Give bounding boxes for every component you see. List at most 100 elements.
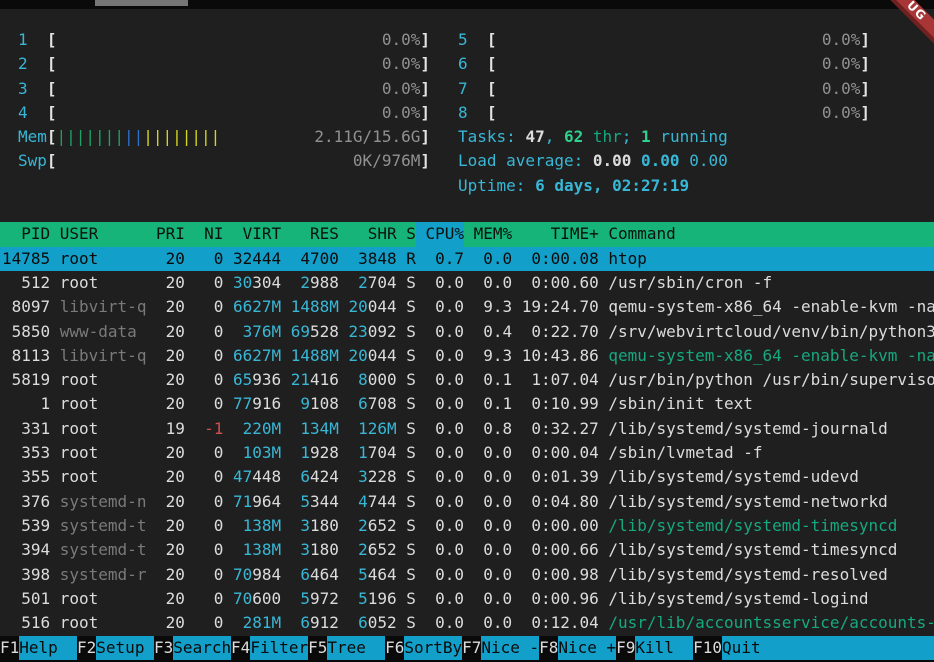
fnkey-f6[interactable]: F6SortBy <box>385 636 462 660</box>
fnkey-f5[interactable]: F5Tree <box>308 636 385 660</box>
fnkey-f3[interactable]: F3Search <box>154 636 231 660</box>
cell-cpu: 0.0 <box>416 514 464 538</box>
fnkey-f9[interactable]: F9Kill <box>616 636 693 660</box>
bracket-close: ] <box>860 101 870 125</box>
cell-command: /lib/systemd/systemd-journald <box>599 417 934 441</box>
cell-res: 5344 <box>281 490 339 514</box>
cell-mem: 0.0 <box>464 465 512 489</box>
cell-time: 0:01.39 <box>512 465 599 489</box>
window-tab[interactable] <box>95 0 188 6</box>
cell-res: 69528 <box>281 320 339 344</box>
column-header-ni[interactable]: NI <box>185 222 224 246</box>
process-row-1[interactable]: 1root2007791691086708S0.00.10:10.99/sbin… <box>0 392 934 416</box>
cell-cpu: 0.0 <box>416 271 464 295</box>
fnkey-f6-label: SortBy <box>404 636 462 660</box>
cell-pri: 20 <box>146 587 185 611</box>
column-header-s[interactable]: S <box>397 222 416 246</box>
process-row-8113[interactable]: 8113libvirt-q2006627M1488M20044S0.09.310… <box>0 344 934 368</box>
cpu-3-meter: 3[0.0%] <box>18 77 430 101</box>
cell-ni: 0 <box>185 490 224 514</box>
column-header-user[interactable]: USER <box>50 222 146 246</box>
column-header-res[interactable]: RES <box>281 222 339 246</box>
fnkey-f7[interactable]: F7Nice - <box>462 636 539 660</box>
cell-time: 0:10.99 <box>512 392 599 416</box>
cell-s: S <box>397 295 416 319</box>
cell-user: root <box>50 587 146 611</box>
fnkey-f4[interactable]: F4Filter <box>231 636 308 660</box>
process-row-501[interactable]: 501root2007060059725196S0.00.00:00.96/li… <box>0 587 934 611</box>
fnkey-f10[interactable]: F10Quit <box>693 636 934 660</box>
cell-s: S <box>397 563 416 587</box>
cell-pid: 398 <box>2 563 50 587</box>
cell-command: /sbin/init text <box>599 392 934 416</box>
cell-ni: 0 <box>185 611 224 635</box>
column-header-time[interactable]: TIME+ <box>512 222 599 246</box>
debug-ribbon: UG <box>867 0 934 61</box>
cell-mem: 0.0 <box>464 247 512 271</box>
process-row-539[interactable]: 539systemd-t200138M31802652S0.00.00:00.0… <box>0 514 934 538</box>
cell-mem: 0.8 <box>464 417 512 441</box>
cell-command: qemu-system-x86_64 -enable-kvm -na <box>599 295 934 319</box>
cell-res: 1488M <box>281 295 339 319</box>
fnkey-f2[interactable]: F2Setup <box>77 636 154 660</box>
bracket-open: [ <box>47 101 57 125</box>
process-row-376[interactable]: 376systemd-n2007196453444744S0.00.00:04.… <box>0 490 934 514</box>
process-row-8097[interactable]: 8097libvirt-q2006627M1488M20044S0.09.319… <box>0 295 934 319</box>
cell-pid: 8113 <box>2 344 50 368</box>
fnkey-f7-label: Nice - <box>481 636 539 660</box>
cell-pid: 1 <box>2 392 50 416</box>
fnkey-f1[interactable]: F1Help <box>0 636 77 660</box>
cell-pid: 512 <box>2 271 50 295</box>
cell-pri: 20 <box>146 441 185 465</box>
column-header-virt[interactable]: VIRT <box>223 222 281 246</box>
fnkey-f4-label: Filter <box>250 636 308 660</box>
cell-s: S <box>397 465 416 489</box>
cell-mem: 0.0 <box>464 271 512 295</box>
process-row-516[interactable]: 516root200281M69126052S0.00.00:12.04/usr… <box>0 611 934 635</box>
fnkey-f1-label: Help <box>19 636 77 660</box>
column-header-pri[interactable]: PRI <box>146 222 185 246</box>
process-row-394[interactable]: 394systemd-t200138M31802652S0.00.00:00.6… <box>0 538 934 562</box>
cell-ni: 0 <box>185 368 224 392</box>
process-row-353[interactable]: 353root200103M19281704S0.00.00:00.04/sbi… <box>0 441 934 465</box>
process-row-331[interactable]: 331root19-1220M134M126MS0.00.80:32.27/li… <box>0 417 934 441</box>
cell-pri: 20 <box>146 465 185 489</box>
cell-ni: 0 <box>185 514 224 538</box>
fnkey-f8[interactable]: F8Nice + <box>539 636 616 660</box>
cell-mem: 0.1 <box>464 368 512 392</box>
column-header-command[interactable]: Command <box>599 222 934 246</box>
column-header-shr[interactable]: SHR <box>339 222 397 246</box>
process-row-398[interactable]: 398systemd-r2007098464645464S0.00.00:00.… <box>0 563 934 587</box>
cell-user: root <box>50 368 146 392</box>
cell-pid: 353 <box>2 441 50 465</box>
cell-shr: 8000 <box>339 368 397 392</box>
swap-meter: Swp[0K/976M] <box>18 149 430 173</box>
cell-virt: 220M <box>223 417 281 441</box>
cell-res: 3180 <box>281 538 339 562</box>
cell-cpu: 0.0 <box>416 441 464 465</box>
fnkey-f3-key: F3 <box>154 636 173 660</box>
cell-pri: 20 <box>146 563 185 587</box>
column-header-mem[interactable]: MEM% <box>464 222 512 246</box>
process-row-5819[interactable]: 5819root20065936214168000S0.00.11:07.04/… <box>0 368 934 392</box>
swap-meter-label: Swp <box>18 149 47 173</box>
process-row-355[interactable]: 355root2004744864243228S0.00.00:01.39/li… <box>0 465 934 489</box>
column-header-pid[interactable]: PID <box>2 222 50 246</box>
bracket-close: ] <box>420 52 430 76</box>
cell-time: 0:00.08 <box>512 247 599 271</box>
cell-s: S <box>397 320 416 344</box>
process-row-5850[interactable]: 5850www-data200376M6952823092S0.00.40:22… <box>0 320 934 344</box>
bracket-open: [ <box>47 77 57 101</box>
bracket-open: [ <box>487 101 497 125</box>
cell-res: 1928 <box>281 441 339 465</box>
cell-pri: 20 <box>146 538 185 562</box>
load-average-line: Load average: 0.00 0.00 0.00 <box>458 149 870 173</box>
column-header-cpu[interactable]: CPU% <box>416 222 464 246</box>
swap-meter-value: 0K/976M <box>353 149 420 173</box>
cell-command: /usr/sbin/cron -f <box>599 271 934 295</box>
cell-shr: 5464 <box>339 563 397 587</box>
process-row-512[interactable]: 512root2003030429882704S0.00.00:00.60/us… <box>0 271 934 295</box>
cpu-2-meter-value: 0.0% <box>382 52 421 76</box>
cell-res: 21416 <box>281 368 339 392</box>
process-row-14785[interactable]: 14785root2003244447003848R0.70.00:00.08h… <box>0 247 934 271</box>
